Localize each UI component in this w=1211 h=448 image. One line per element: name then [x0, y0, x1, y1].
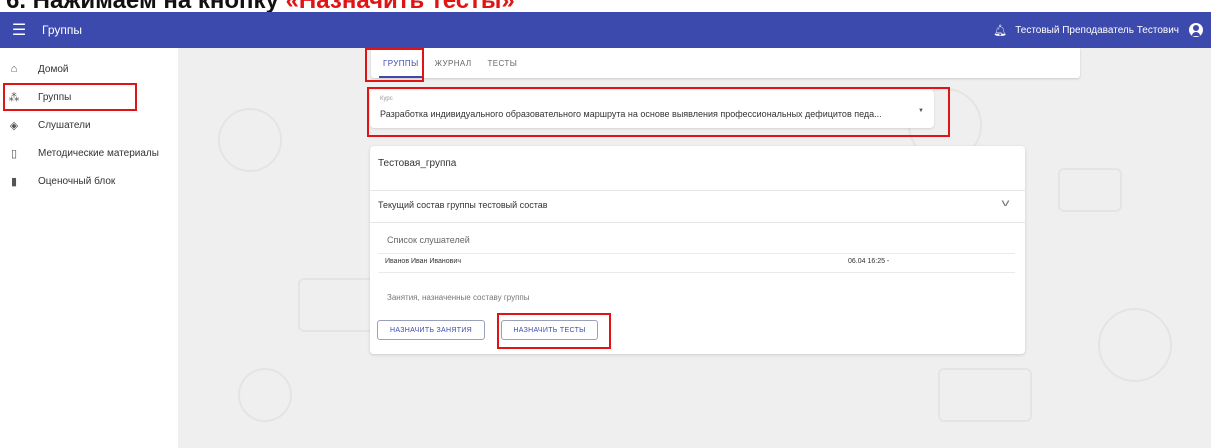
- main-content: ГРУППЫ ЖУРНАЛ ТЕСТЫ Курс Разработка инди…: [178, 48, 1211, 448]
- student-date: 06.04 16:25 -: [848, 258, 890, 265]
- user-name[interactable]: Тестовый Преподаватель Тестович: [1015, 25, 1179, 36]
- sidebar-item-materials[interactable]: ▯ Методические материалы: [0, 139, 178, 167]
- document-icon: ▯: [10, 147, 18, 160]
- composition-title: Текущий состав группы тестовый состав: [378, 200, 548, 210]
- lessons-label: Занятия, назначенные составу группы: [387, 293, 530, 302]
- caption-text: 6. Нажимаем на кнопку «Назначить тесты»: [6, 0, 515, 12]
- chevron-down-icon[interactable]: v: [1002, 198, 1010, 209]
- app-bar: ☰ Группы 🔔︎ Тестовый Преподаватель Тесто…: [0, 12, 1211, 48]
- sidebar-item-home[interactable]: ⌂ Домой: [0, 55, 178, 83]
- appbar-right: 🔔︎ Тестовый Преподаватель Тестович: [993, 23, 1203, 37]
- background-doodle: [1058, 168, 1122, 212]
- students-label: Список слушателей: [387, 235, 470, 245]
- table-row[interactable]: Иванов Иван Иванович 06.04 16:25 -: [378, 253, 1015, 273]
- course-select-label: Курс: [380, 96, 393, 102]
- sidebar: ⌂ Домой ⁂ Группы ◈ Слушатели ▯ Методичес…: [0, 48, 179, 448]
- sidebar-item-label: Слушатели: [38, 119, 91, 131]
- tab-journal[interactable]: ЖУРНАЛ: [427, 48, 480, 78]
- sidebar-item-label: Оценочный блок: [38, 175, 116, 187]
- test-tube-icon: ▮: [10, 175, 18, 188]
- background-doodle: [218, 108, 282, 172]
- assign-lessons-button[interactable]: НАЗНАЧИТЬ ЗАНЯТИЯ: [377, 320, 485, 340]
- sidebar-item-groups[interactable]: ⁂ Группы: [0, 83, 178, 111]
- tab-tests[interactable]: ТЕСТЫ: [479, 48, 525, 78]
- home-icon: ⌂: [10, 63, 18, 75]
- sidebar-item-assessment[interactable]: ▮ Оценочный блок: [0, 167, 178, 195]
- graduation-cap-icon: ◈: [9, 119, 19, 132]
- account-icon[interactable]: [1189, 23, 1203, 37]
- app-title: Группы: [42, 23, 82, 37]
- student-name: Иванов Иван Иванович: [385, 258, 461, 265]
- menu-icon[interactable]: ☰: [8, 20, 30, 40]
- background-doodle: [238, 368, 292, 422]
- group-title: Тестовая_группа: [378, 158, 457, 169]
- instruction-caption: 6. Нажимаем на кнопку «Назначить тесты»: [0, 0, 1211, 12]
- bell-icon[interactable]: 🔔︎: [993, 24, 1007, 37]
- course-select-value: Разработка индивидуального образовательн…: [380, 109, 882, 119]
- sidebar-item-label: Домой: [38, 63, 69, 75]
- groups-icon: ⁂: [8, 91, 20, 104]
- group-card: Тестовая_группа Текущий состав группы те…: [370, 146, 1025, 354]
- assign-tests-button[interactable]: НАЗНАЧИТЬ ТЕСТЫ: [501, 320, 598, 340]
- composition-panel-header[interactable]: Текущий состав группы тестовый состав v: [370, 191, 1025, 221]
- caption-prefix: 6. Нажимаем на кнопку: [6, 0, 286, 12]
- dropdown-arrow-icon: ▼: [918, 108, 924, 114]
- background-doodle: [1098, 308, 1172, 382]
- sidebar-item-students[interactable]: ◈ Слушатели: [0, 111, 178, 139]
- course-select[interactable]: Курс Разработка индивидуального образова…: [370, 90, 934, 128]
- background-doodle: [938, 368, 1032, 422]
- sidebar-item-label: Группы: [38, 91, 72, 103]
- caption-highlight: «Назначить тесты»: [286, 0, 515, 12]
- divider: [370, 222, 1025, 223]
- tab-groups[interactable]: ГРУППЫ: [375, 48, 427, 78]
- sidebar-item-label: Методические материалы: [38, 147, 159, 159]
- tabs-bar: ГРУППЫ ЖУРНАЛ ТЕСТЫ: [371, 48, 1080, 78]
